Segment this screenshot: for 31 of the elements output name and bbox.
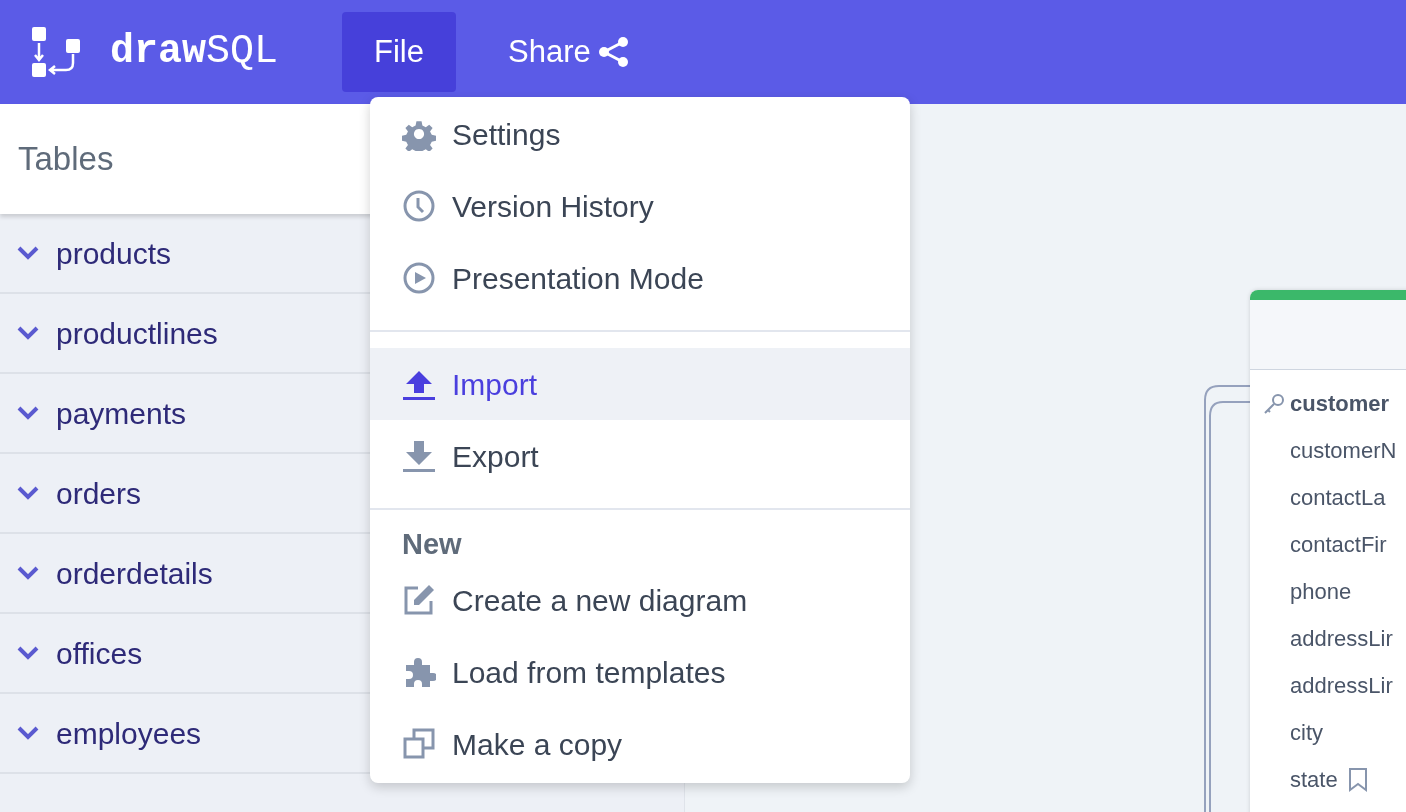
sidebar-title: Tables — [18, 139, 114, 180]
column-name: state — [1290, 766, 1338, 794]
menu-button[interactable]: File — [342, 12, 456, 92]
key-icon — [1263, 392, 1285, 415]
menu-item[interactable]: Settings — [370, 98, 910, 170]
menu-item[interactable]: Import — [370, 348, 910, 420]
chevron-down-icon — [16, 645, 40, 661]
column-name: city — [1290, 719, 1323, 747]
chevron-down-icon — [16, 725, 40, 741]
logo-icon — [30, 27, 82, 77]
share-button[interactable]: Share — [476, 12, 663, 92]
column-name: customerN — [1290, 437, 1397, 465]
bookmark-icon — [1347, 767, 1368, 792]
download-icon — [402, 439, 436, 473]
chevron-down-icon — [16, 325, 40, 341]
logo-wordmark: drawSQL — [110, 32, 279, 72]
copy-icon — [402, 727, 436, 761]
chevron-down-icon — [16, 485, 40, 501]
chevron-down-icon — [16, 405, 40, 421]
column-name: contactFir — [1290, 531, 1387, 559]
column-name: addressLir — [1290, 672, 1393, 700]
column-name: customer — [1290, 390, 1390, 418]
column-name: contactLa — [1290, 484, 1386, 512]
chevron-down-icon — [16, 245, 40, 261]
chevron-down-icon — [16, 565, 40, 581]
share-icon — [596, 35, 631, 69]
edit-icon — [402, 583, 436, 617]
play-icon — [402, 261, 436, 295]
clock-icon — [402, 189, 436, 223]
column-name: addressLir — [1290, 625, 1393, 653]
column-name: phone — [1290, 578, 1352, 606]
